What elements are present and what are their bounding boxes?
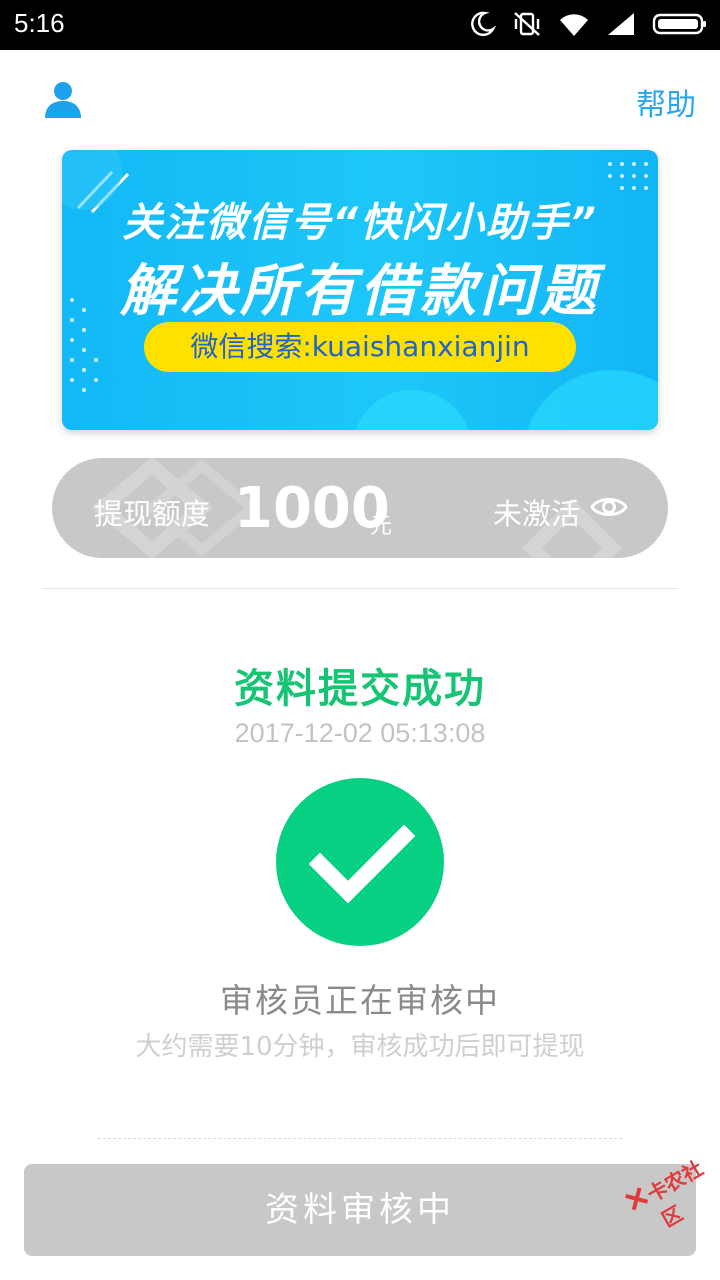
quota-unit: 元 bbox=[370, 514, 393, 539]
eye-icon[interactable] bbox=[590, 492, 628, 522]
moon-icon bbox=[471, 11, 496, 36]
review-status-button[interactable]: 资料审核中 bbox=[24, 1164, 696, 1256]
promo-banner[interactable]: 关注微信号“快闪小助手” 解决所有借款问题 微信搜索:kuaishanxianj… bbox=[62, 150, 658, 430]
banner-line1: 关注微信号“快闪小助手” bbox=[122, 200, 598, 246]
banner-search-pill: 微信搜索:kuaishanxianjin bbox=[144, 322, 576, 372]
quota-amount: 1000 bbox=[234, 476, 390, 541]
review-status: 审核员正在审核中 bbox=[220, 981, 500, 1020]
success-check-icon bbox=[276, 778, 444, 946]
banner-line2: 解决所有借款问题 bbox=[120, 259, 600, 324]
battery-icon bbox=[652, 13, 706, 35]
watermark-text: 卡农社区 bbox=[643, 1155, 708, 1232]
quota-bar: 提现额度 1000 元 未激活 bbox=[52, 458, 668, 558]
result-timestamp: 2017-12-02 05:13:08 bbox=[234, 718, 486, 748]
status-bar: 5:16 bbox=[0, 0, 720, 50]
quota-label: 提现额度 bbox=[94, 497, 211, 531]
result-title: 资料提交成功 bbox=[234, 666, 486, 712]
signal-icon bbox=[608, 13, 634, 35]
review-hint: 大约需要10分钟，审核成功后即可提现 bbox=[135, 1032, 585, 1062]
quota-state: 未激活 bbox=[492, 497, 580, 531]
section-divider bbox=[42, 588, 678, 589]
status-time: 5:16 bbox=[14, 8, 65, 38]
user-icon[interactable] bbox=[42, 78, 84, 120]
dotted-separator bbox=[98, 1138, 622, 1141]
status-icons bbox=[468, 10, 708, 38]
vibrate-off-icon bbox=[514, 12, 540, 36]
help-link[interactable]: 帮助 bbox=[636, 80, 696, 124]
wifi-icon bbox=[560, 14, 588, 37]
app-header: 帮助 bbox=[0, 50, 720, 146]
